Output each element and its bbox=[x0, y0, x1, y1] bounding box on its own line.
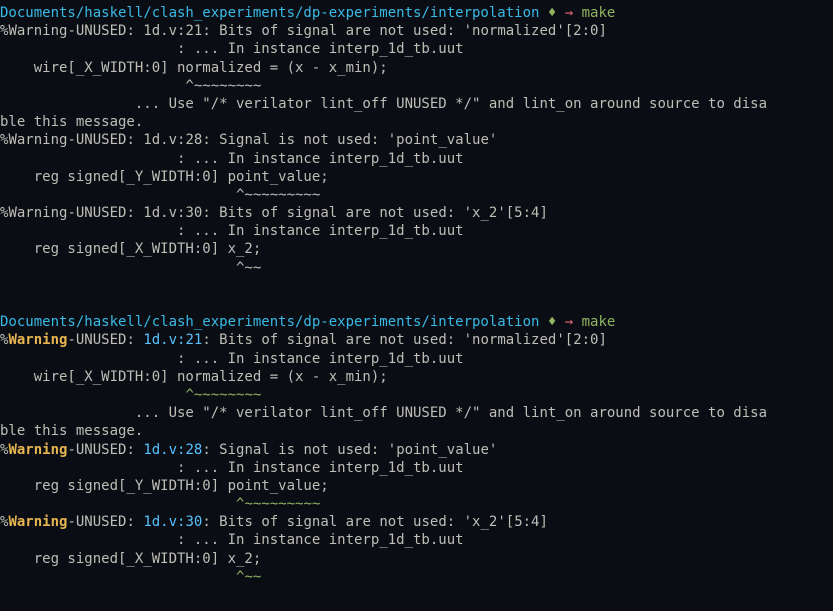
output-line: reg signed[_X_WIDTH:0] x_2; bbox=[0, 550, 833, 568]
blank-line bbox=[0, 277, 833, 295]
message-text: -UNUSED: 1d.v:30: Bits of signal are not… bbox=[67, 205, 547, 221]
output-line: ^~~ bbox=[0, 259, 833, 277]
diamond-icon: ♦ bbox=[539, 314, 564, 330]
output-line: wire[_X_WIDTH:0] normalized = (x - x_min… bbox=[0, 59, 833, 77]
output-line: reg signed[_Y_WIDTH:0] point_value; bbox=[0, 477, 833, 495]
message-text: -UNUSED: 1d.v:28: Signal is not used: 'p… bbox=[67, 132, 497, 148]
output-line: ^~~ bbox=[0, 568, 833, 586]
file-text: 1d.v:21 bbox=[143, 332, 202, 348]
output-line: %Warning-UNUSED: 1d.v:21: Bits of signal… bbox=[0, 22, 833, 40]
output-line: : ... In instance interp_1d_tb.uut bbox=[0, 350, 833, 368]
output-line: : ... In instance interp_1d_tb.uut bbox=[0, 459, 833, 477]
message-text: : Bits of signal are not used: 'normaliz… bbox=[202, 332, 607, 348]
terminal-output[interactable]: Documents/haskell/clash_experiments/dp-e… bbox=[0, 4, 833, 586]
unused-text: -UNUSED: bbox=[67, 514, 143, 530]
caret-text: ^~~~~~~~~~ bbox=[236, 496, 320, 512]
prompt-line: Documents/haskell/clash_experiments/dp-e… bbox=[0, 4, 833, 22]
output-line: : ... In instance interp_1d_tb.uut bbox=[0, 222, 833, 240]
warning-text: Warning bbox=[8, 514, 67, 530]
diamond-icon: ♦ bbox=[539, 5, 564, 21]
output-line: : ... In instance interp_1d_tb.uut bbox=[0, 40, 833, 58]
warning-text: Warning bbox=[8, 23, 67, 39]
message-text: : Signal is not used: 'point_value' bbox=[202, 442, 497, 458]
output-line: %Warning-UNUSED: 1d.v:30: Bits of signal… bbox=[0, 204, 833, 222]
unused-text: -UNUSED: bbox=[67, 332, 143, 348]
output-line: reg signed[_Y_WIDTH:0] point_value; bbox=[0, 168, 833, 186]
output-line: %Warning-UNUSED: 1d.v:30: Bits of signal… bbox=[0, 513, 833, 531]
message-text: : Bits of signal are not used: 'x_2'[5:4… bbox=[202, 514, 548, 530]
output-line: wire[_X_WIDTH:0] normalized = (x - x_min… bbox=[0, 368, 833, 386]
caret-text: ^~~~~~~~~ bbox=[185, 387, 261, 403]
output-line: %Warning-UNUSED: 1d.v:28: Signal is not … bbox=[0, 441, 833, 459]
output-line: ^~~~~~~~~~ bbox=[0, 495, 833, 513]
warning-text: Warning bbox=[8, 332, 67, 348]
output-line: %Warning-UNUSED: 1d.v:21: Bits of signal… bbox=[0, 331, 833, 349]
file-text: 1d.v:28 bbox=[143, 442, 202, 458]
prompt-line: Documents/haskell/clash_experiments/dp-e… bbox=[0, 313, 833, 331]
caret-pad bbox=[0, 387, 185, 403]
arrow-icon: → bbox=[565, 314, 582, 330]
output-line: : ... In instance interp_1d_tb.uut bbox=[0, 531, 833, 549]
output-line: ^~~~~~~~~ bbox=[0, 386, 833, 404]
caret-pad bbox=[0, 496, 236, 512]
output-line: ^~~~~~~~~~ bbox=[0, 186, 833, 204]
message-text: -UNUSED: 1d.v:21: Bits of signal are not… bbox=[67, 23, 606, 39]
output-line: ble this message. bbox=[0, 113, 833, 131]
warning-text: Warning bbox=[8, 132, 67, 148]
output-line: ble this message. bbox=[0, 422, 833, 440]
arrow-icon: → bbox=[565, 5, 582, 21]
command-text: make bbox=[582, 5, 616, 21]
command-text: make bbox=[582, 314, 616, 330]
output-line: %Warning-UNUSED: 1d.v:28: Signal is not … bbox=[0, 131, 833, 149]
path-text: Documents/haskell/clash_experiments/dp-e… bbox=[0, 314, 539, 330]
output-line: ... Use "/* verilator lint_off UNUSED */… bbox=[0, 404, 833, 422]
output-line: ^~~~~~~~~ bbox=[0, 77, 833, 95]
warning-text: Warning bbox=[8, 205, 67, 221]
unused-text: -UNUSED: bbox=[67, 442, 143, 458]
caret-text: ^~~ bbox=[236, 569, 261, 585]
output-line: reg signed[_X_WIDTH:0] x_2; bbox=[0, 240, 833, 258]
file-text: 1d.v:30 bbox=[143, 514, 202, 530]
caret-pad bbox=[0, 569, 236, 585]
output-line: : ... In instance interp_1d_tb.uut bbox=[0, 150, 833, 168]
warning-text: Warning bbox=[8, 442, 67, 458]
output-line: ... Use "/* verilator lint_off UNUSED */… bbox=[0, 95, 833, 113]
blank-line bbox=[0, 295, 833, 313]
path-text: Documents/haskell/clash_experiments/dp-e… bbox=[0, 5, 539, 21]
